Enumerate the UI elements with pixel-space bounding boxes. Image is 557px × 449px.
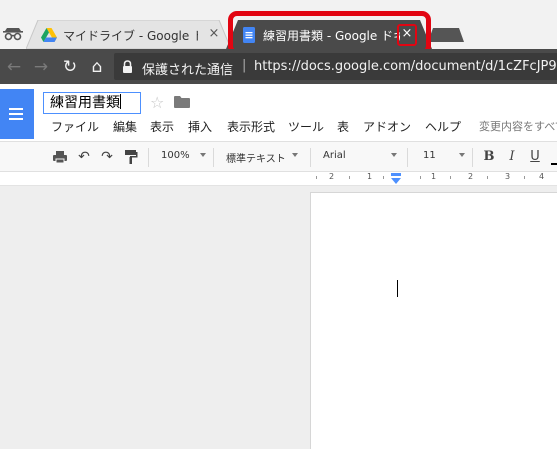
menu-help[interactable]: ヘルプ: [425, 118, 461, 135]
title-caret: [120, 94, 121, 109]
menu-addons[interactable]: アドオン: [363, 118, 411, 135]
formatting-toolbar: ↶ ↷ 100% 標準テキスト Arial 11 B I U: [0, 141, 557, 172]
incognito-icon: [3, 28, 23, 41]
tab-strip: マイドライブ - Google ドライブ × 練習用書類 - Google ドキ…: [0, 0, 557, 49]
paragraph-style-dropdown[interactable]: 標準テキスト: [226, 150, 286, 165]
document-title-input[interactable]: 練習用書類: [43, 92, 141, 114]
ruler-tick: [316, 176, 317, 179]
toolbar-separator: [213, 148, 214, 167]
omnibox-separator: |: [242, 58, 247, 73]
lock-icon: [123, 60, 132, 73]
chevron-down-icon: [391, 153, 397, 157]
docs-home-icon[interactable]: [0, 89, 34, 139]
text-cursor: [397, 280, 398, 297]
document-title-text: 練習用書類: [50, 95, 120, 111]
tab-practice-document[interactable]: 練習用書類 - Google ドキュメント ×: [226, 20, 432, 49]
menu-insert[interactable]: 挿入: [188, 118, 212, 135]
tab-close-button[interactable]: ×: [399, 25, 415, 43]
font-family-dropdown[interactable]: Arial: [323, 150, 346, 161]
italic-button[interactable]: I: [504, 149, 520, 165]
ruler-label: 1: [431, 172, 437, 181]
text-color-swatch[interactable]: [551, 163, 557, 165]
ruler-label: 1: [367, 172, 373, 181]
toolbar-separator: [407, 148, 408, 167]
paint-format-icon[interactable]: [123, 149, 139, 165]
star-icon[interactable]: ☆: [150, 93, 164, 112]
reload-icon[interactable]: ↻: [60, 57, 80, 77]
ruler-tick: [349, 176, 350, 179]
menu-tools[interactable]: ツール: [288, 118, 324, 135]
docs-header: 練習用書類 ☆ ファイル 編集 表示 挿入 表示形式 ツール 表 アドオン ヘル…: [0, 84, 557, 141]
ruler-label: 3: [505, 172, 511, 181]
menu-edit[interactable]: 編集: [113, 118, 137, 135]
chevron-down-icon: [459, 153, 465, 157]
url-text[interactable]: https://docs.google.com/document/d/1cZFc…: [254, 59, 557, 74]
font-size-dropdown[interactable]: 11: [423, 150, 436, 161]
home-icon[interactable]: ⌂: [87, 57, 107, 77]
tab-my-drive[interactable]: マイドライブ - Google ドライブ ×: [26, 20, 231, 49]
ruler-label: 2: [468, 172, 474, 181]
ruler-label: 4: [539, 172, 545, 181]
ruler-tick: [383, 176, 384, 179]
save-status-link[interactable]: 変更内容をすべて: [479, 118, 557, 134]
toolbar-separator: [148, 148, 149, 167]
bold-button[interactable]: B: [481, 149, 497, 165]
undo-icon[interactable]: ↶: [76, 149, 92, 165]
chevron-down-icon: [292, 153, 298, 157]
address-bar[interactable]: 保護された通信 | https://docs.google.com/docume…: [114, 53, 557, 80]
google-drive-icon: [41, 28, 57, 42]
chevron-down-icon: [200, 153, 206, 157]
ruler-label: 2: [329, 172, 335, 181]
menu-file[interactable]: ファイル: [51, 118, 99, 135]
folder-icon[interactable]: [174, 96, 190, 108]
new-tab-button[interactable]: [428, 28, 464, 42]
menu-view[interactable]: 表示: [150, 118, 174, 135]
indent-marker-icon[interactable]: [391, 173, 401, 184]
ruler: 2 1 1 2 3 4: [0, 172, 557, 186]
redo-icon[interactable]: ↷: [99, 149, 115, 165]
ruler-tick: [450, 176, 451, 179]
tab-title: 練習用書類 - Google ドキュメント: [263, 29, 400, 43]
document-canvas: [0, 186, 557, 449]
navigation-bar: ← → ↻ ⌂ 保護された通信 | https://docs.google.co…: [0, 49, 557, 84]
print-icon[interactable]: [52, 149, 68, 165]
underline-button[interactable]: U: [527, 149, 543, 165]
forward-arrow-icon[interactable]: →: [31, 57, 51, 77]
ruler-tick: [524, 176, 525, 179]
toolbar-separator: [472, 148, 473, 167]
menu-format[interactable]: 表示形式: [227, 118, 275, 135]
zoom-dropdown[interactable]: 100%: [161, 150, 190, 161]
tab-close-button[interactable]: ×: [206, 25, 222, 43]
back-arrow-icon[interactable]: ←: [4, 57, 24, 77]
ruler-tick: [420, 176, 421, 179]
tab-title: マイドライブ - Google ドライブ: [63, 29, 198, 43]
ruler-tick: [487, 176, 488, 179]
document-page[interactable]: [310, 192, 557, 449]
menu-table[interactable]: 表: [337, 118, 349, 135]
google-docs-icon: [243, 27, 255, 43]
toolbar-separator: [310, 148, 311, 167]
secure-connection-label: 保護された通信: [142, 63, 234, 78]
